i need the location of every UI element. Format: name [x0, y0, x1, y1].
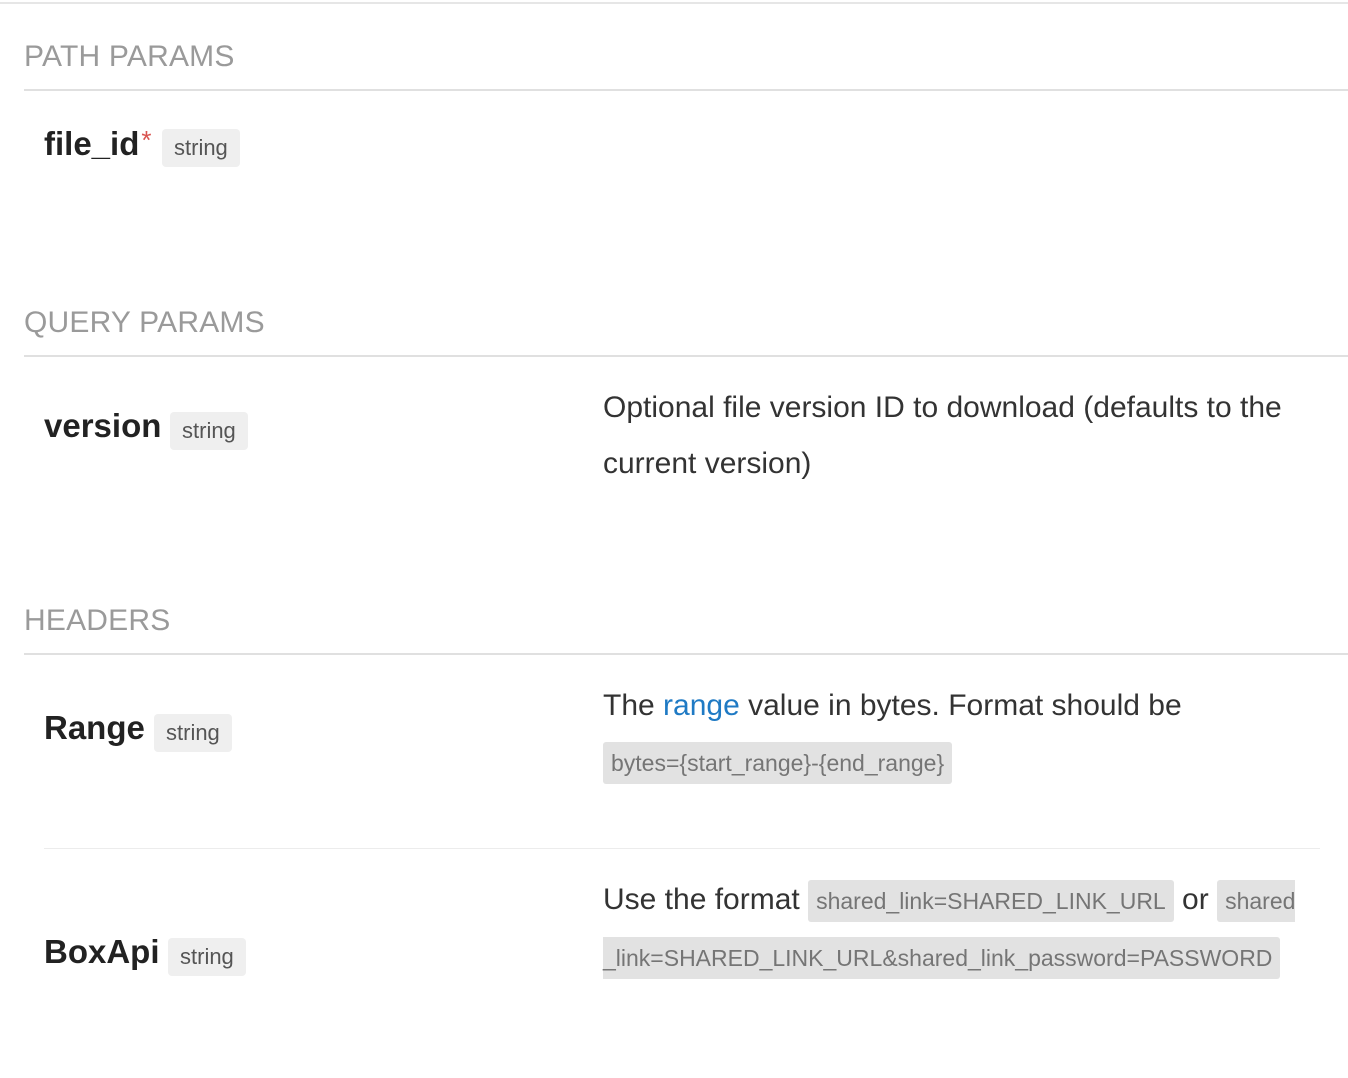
boxapi-desc-middle: or	[1173, 883, 1218, 916]
type-badge-file-id: string	[162, 129, 240, 167]
param-name-label: file_id	[44, 125, 140, 162]
type-badge-range: string	[154, 714, 232, 752]
section-title-path-params: PATH PARAMS	[24, 40, 235, 73]
param-description-version: Optional file version ID to download (de…	[603, 391, 1282, 480]
section-divider-path-params	[24, 89, 1348, 91]
param-description-range: The range value in bytes. Format should …	[603, 678, 1243, 791]
section-title-headers: HEADERS	[24, 604, 171, 637]
section-divider-query-params	[24, 355, 1348, 357]
param-name-version: version	[44, 407, 162, 444]
param-name-range: Range	[44, 709, 145, 746]
range-desc-prefix: The	[603, 689, 664, 722]
boxapi-format-code-1: shared_link=SHARED_LINK_URL	[808, 880, 1174, 922]
type-badge-version: string	[170, 412, 248, 450]
range-desc-middle: value in bytes. Format should be	[739, 689, 1182, 722]
section-title-query-params: QUERY PARAMS	[24, 306, 265, 339]
row-divider	[44, 848, 1320, 849]
section-divider-headers	[24, 653, 1348, 655]
top-divider	[0, 2, 1348, 4]
type-badge-boxapi: string	[168, 938, 246, 976]
param-name-file-id: file_id*	[44, 124, 151, 164]
param-description-boxapi: Use the format shared_link=SHARED_LINK_U…	[603, 872, 1303, 986]
boxapi-desc-prefix: Use the format	[603, 883, 809, 916]
required-indicator: *	[141, 125, 152, 155]
range-format-code: bytes={start_range}-{end_range}	[603, 742, 953, 784]
range-link[interactable]: range	[663, 689, 740, 722]
param-name-boxapi: BoxApi	[44, 933, 160, 970]
